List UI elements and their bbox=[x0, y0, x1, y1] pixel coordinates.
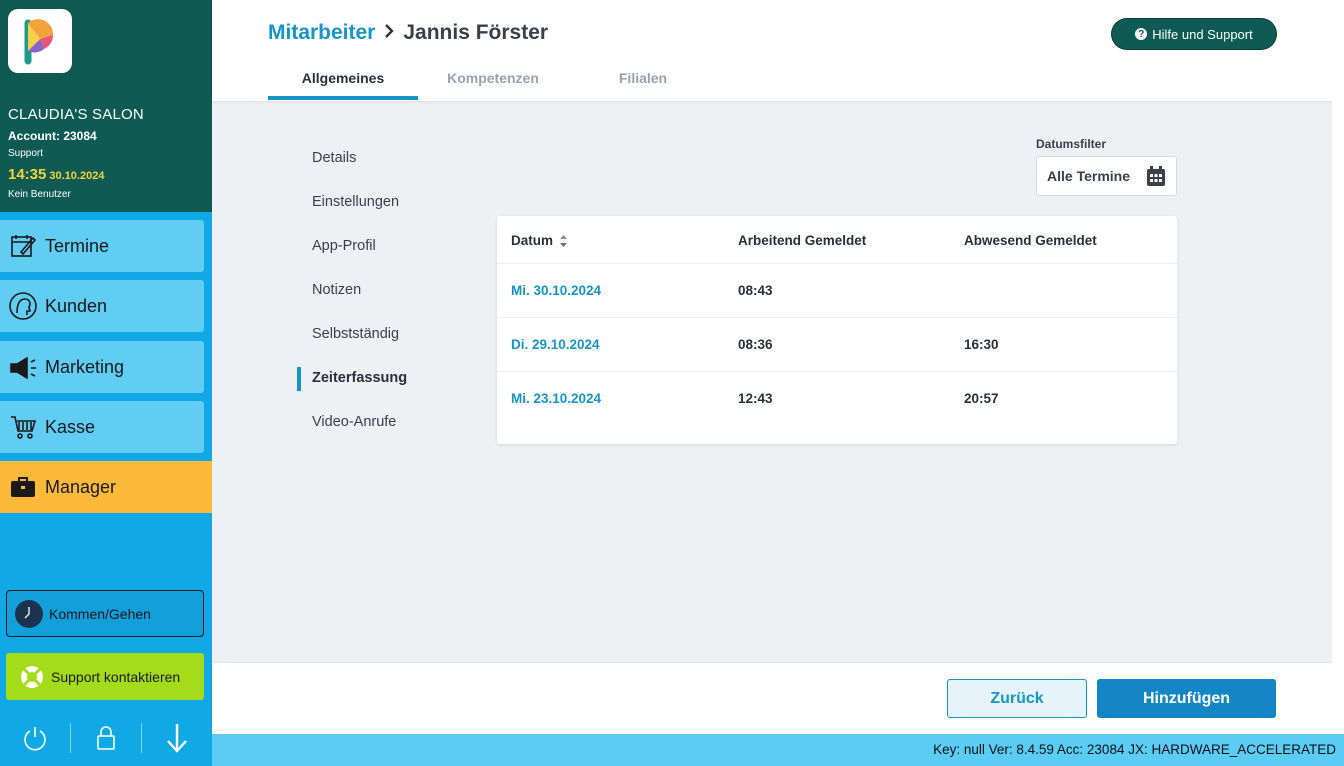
column-header-datum[interactable]: Datum bbox=[511, 233, 568, 248]
table-row[interactable]: Di. 29.10.2024 08:36 16:30 bbox=[497, 318, 1177, 372]
lifebuoy-icon bbox=[19, 664, 45, 690]
power-icon[interactable] bbox=[0, 718, 70, 758]
action-footer: Zurück Hinzufügen bbox=[212, 662, 1332, 734]
row-working-time: 12:43 bbox=[738, 391, 773, 406]
nav-kasse-label: Kasse bbox=[45, 416, 96, 437]
nav-marketing-label: Marketing bbox=[45, 356, 125, 377]
row-date-link[interactable]: Di. 29.10.2024 bbox=[511, 337, 600, 352]
active-tab-indicator bbox=[268, 96, 418, 100]
row-absent-time: 20:57 bbox=[964, 391, 999, 406]
row-working-time: 08:36 bbox=[738, 337, 773, 352]
subnav-selbststaendig[interactable]: Selbstständig bbox=[312, 326, 399, 342]
nav-manager[interactable]: Manager bbox=[0, 461, 212, 513]
logged-user: Kein Benutzer bbox=[8, 189, 71, 200]
column-header-arbeitend: Arbeitend Gemeldet bbox=[738, 233, 867, 248]
row-date-link[interactable]: Mi. 23.10.2024 bbox=[511, 391, 601, 406]
nav-kasse[interactable]: Kasse bbox=[0, 401, 204, 453]
tab-allgemeines[interactable]: Allgemeines bbox=[268, 70, 418, 86]
scrollbar[interactable] bbox=[1332, 0, 1344, 734]
current-time: 14:35 bbox=[8, 166, 47, 183]
help-support-button[interactable]: ? Hilfe und Support bbox=[1112, 19, 1276, 49]
nav-kunden[interactable]: Kunden bbox=[0, 280, 204, 332]
briefcase-icon bbox=[0, 474, 45, 500]
status-bar: Key: null Ver: 8.4.59 Acc: 23084 JX: HAR… bbox=[212, 734, 1344, 766]
sidebar: CLAUDIA'S SALON Account: 23084 Support 1… bbox=[0, 0, 212, 766]
calendar-edit-icon bbox=[0, 232, 45, 260]
page-header: Mitarbeiter Jannis Förster ? Hilfe und S… bbox=[212, 0, 1332, 101]
date-filter-label: Datumsfilter bbox=[1036, 137, 1107, 151]
tab-filialen[interactable]: Filialen bbox=[568, 70, 718, 86]
time-tracking-table: Datum Arbeitend Gemeldet Abwesend Gemeld… bbox=[497, 216, 1177, 444]
clock-display: 14:35 30.10.2024 bbox=[8, 166, 104, 184]
salon-name: CLAUDIA'S SALON bbox=[8, 106, 144, 123]
account-number: Account: 23084 bbox=[8, 129, 97, 143]
arrow-down-icon[interactable] bbox=[142, 718, 212, 758]
subnav-video-anrufe[interactable]: Video-Anrufe bbox=[312, 414, 396, 430]
back-button[interactable]: Zurück bbox=[947, 679, 1087, 718]
contact-support-label: Support kontaktieren bbox=[51, 668, 181, 685]
add-button[interactable]: Hinzufügen bbox=[1097, 679, 1276, 718]
clock-in-out-button[interactable]: Kommen/Gehen bbox=[6, 590, 204, 637]
subnav-active-marker bbox=[297, 367, 301, 391]
page-title: Jannis Förster bbox=[403, 21, 549, 44]
sidebar-bottom-toolbar bbox=[0, 718, 212, 758]
app-logo bbox=[8, 9, 72, 73]
row-working-time: 08:43 bbox=[738, 283, 773, 298]
current-date: 30.10.2024 bbox=[49, 170, 105, 182]
clock-icon bbox=[15, 599, 43, 628]
date-filter-select[interactable]: Alle Termine bbox=[1036, 156, 1177, 196]
cart-icon bbox=[0, 414, 45, 440]
breadcrumb-parent-link[interactable]: Mitarbeiter bbox=[268, 21, 375, 45]
subnav-notizen[interactable]: Notizen bbox=[312, 282, 361, 298]
nav-manager-label: Manager bbox=[45, 476, 117, 497]
account-panel: CLAUDIA'S SALON Account: 23084 Support 1… bbox=[0, 0, 212, 212]
nav-termine[interactable]: Termine bbox=[0, 220, 204, 272]
column-header-abwesend: Abwesend Gemeldet bbox=[964, 233, 1097, 248]
subnav-details[interactable]: Details bbox=[312, 150, 356, 166]
table-row[interactable]: Mi. 23.10.2024 12:43 20:57 bbox=[497, 372, 1177, 426]
question-icon: ? bbox=[1135, 28, 1148, 40]
breadcrumb: Mitarbeiter Jannis Förster bbox=[268, 21, 548, 45]
subnav-app-profil[interactable]: App-Profil bbox=[312, 238, 376, 254]
contact-support-button[interactable]: Support kontaktieren bbox=[6, 653, 204, 700]
customer-head-icon bbox=[0, 291, 45, 321]
lock-icon[interactable] bbox=[71, 718, 141, 758]
sort-icon bbox=[559, 234, 568, 248]
table-row[interactable]: Mi. 30.10.2024 08:43 bbox=[497, 264, 1177, 318]
nav-marketing[interactable]: Marketing bbox=[0, 341, 204, 393]
chevron-right-icon bbox=[383, 22, 395, 45]
nav-kunden-label: Kunden bbox=[45, 295, 108, 316]
calendar-icon bbox=[1146, 166, 1166, 190]
help-support-label: Hilfe und Support bbox=[1152, 26, 1253, 42]
date-filter-value: Alle Termine bbox=[1047, 168, 1130, 184]
row-absent-time: 16:30 bbox=[964, 337, 999, 352]
row-date-link[interactable]: Mi. 30.10.2024 bbox=[511, 283, 601, 298]
column-header-datum-label: Datum bbox=[511, 233, 554, 248]
subnav-einstellungen[interactable]: Einstellungen bbox=[312, 194, 399, 210]
megaphone-icon bbox=[0, 352, 45, 382]
subnav-zeiterfassung[interactable]: Zeiterfassung bbox=[312, 370, 407, 386]
tab-kompetenzen[interactable]: Kompetenzen bbox=[418, 70, 568, 86]
nav-termine-label: Termine bbox=[45, 235, 110, 256]
clock-in-out-label: Kommen/Gehen bbox=[49, 605, 151, 622]
user-role: Support bbox=[8, 148, 44, 159]
